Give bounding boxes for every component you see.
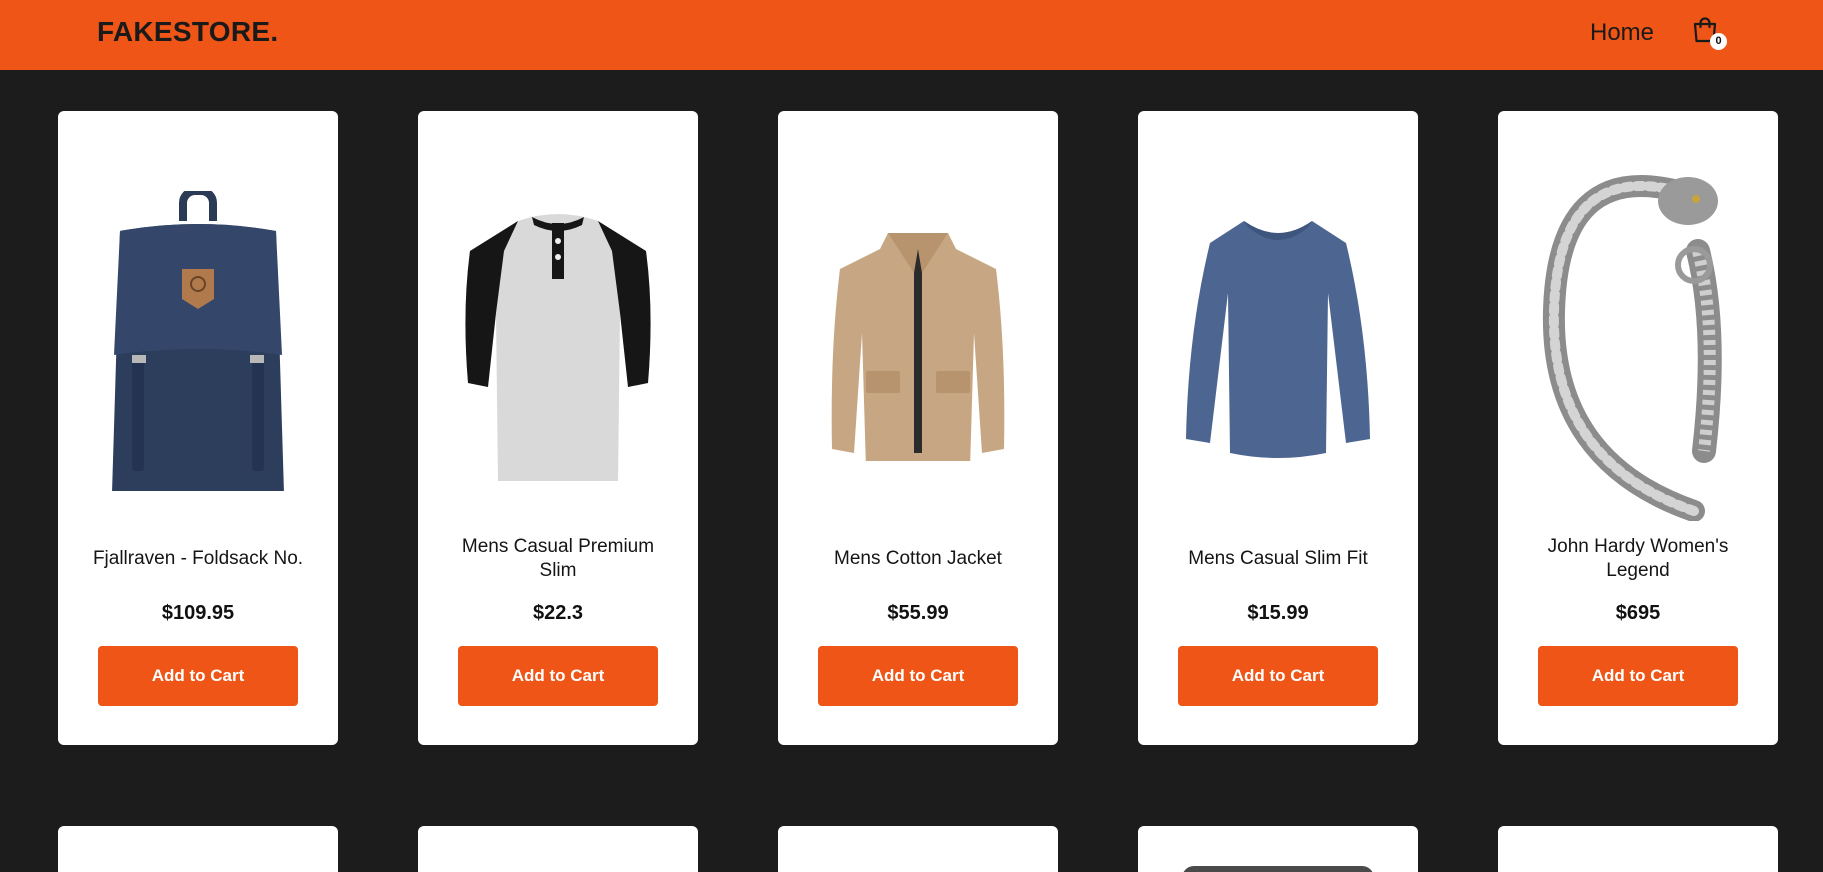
product-title[interactable]: Mens Cotton Jacket [808,534,1028,584]
add-to-cart-button[interactable]: Add to Cart [458,646,658,706]
product-card-partial[interactable] [1498,826,1778,872]
backpack-image[interactable] [78,151,318,531]
product-price: $22.3 [532,602,584,624]
product-card[interactable]: Mens Casual Premium Slim $22.3 Add to Ca… [418,111,698,745]
product-card[interactable]: Mens Cotton Jacket $55.99 Add to Cart [778,111,1058,745]
product-price: $109.95 [161,602,235,624]
product-card[interactable]: Mens Casual Slim Fit $15.99 Add to Cart [1138,111,1418,745]
cart-button[interactable]: 0 [1692,16,1732,52]
product-card-partial[interactable] [58,826,338,872]
product-card-partial[interactable] [1138,826,1418,872]
product-card[interactable]: Fjallraven - Foldsack No. $109.95 Add to… [58,111,338,745]
longsleeve-shirt-image[interactable] [1158,151,1398,531]
jacket-image[interactable] [798,151,1038,531]
nav-home-link[interactable]: Home [1590,19,1654,47]
dragon-bracelet-image[interactable] [1518,151,1758,531]
product-title[interactable]: John Hardy Women's Legend [1528,534,1748,584]
raglan-tshirt-image[interactable] [438,151,678,531]
product-title[interactable]: Mens Casual Slim Fit [1168,534,1388,584]
cart-count-badge: 0 [1710,33,1727,50]
product-card-partial[interactable] [418,826,698,872]
product-price: $55.99 [887,602,949,624]
product-title[interactable]: Mens Casual Premium Slim [448,534,668,584]
add-to-cart-button[interactable]: Add to Cart [1538,646,1738,706]
product-title[interactable]: Fjallraven - Foldsack No. [88,534,308,584]
product-card-partial[interactable] [778,826,1058,872]
product-price: $695 [1615,602,1661,624]
add-to-cart-button[interactable]: Add to Cart [818,646,1018,706]
store-logo[interactable]: FAKESTORE. [97,16,278,48]
add-to-cart-button[interactable]: Add to Cart [98,646,298,706]
top-navbar: FAKESTORE. Home 0 [0,0,1823,70]
product-card[interactable]: John Hardy Women's Legend $695 Add to Ca… [1498,111,1778,745]
add-to-cart-button[interactable]: Add to Cart [1178,646,1378,706]
product-price: $15.99 [1247,602,1309,624]
product-image-partial [1182,866,1374,872]
